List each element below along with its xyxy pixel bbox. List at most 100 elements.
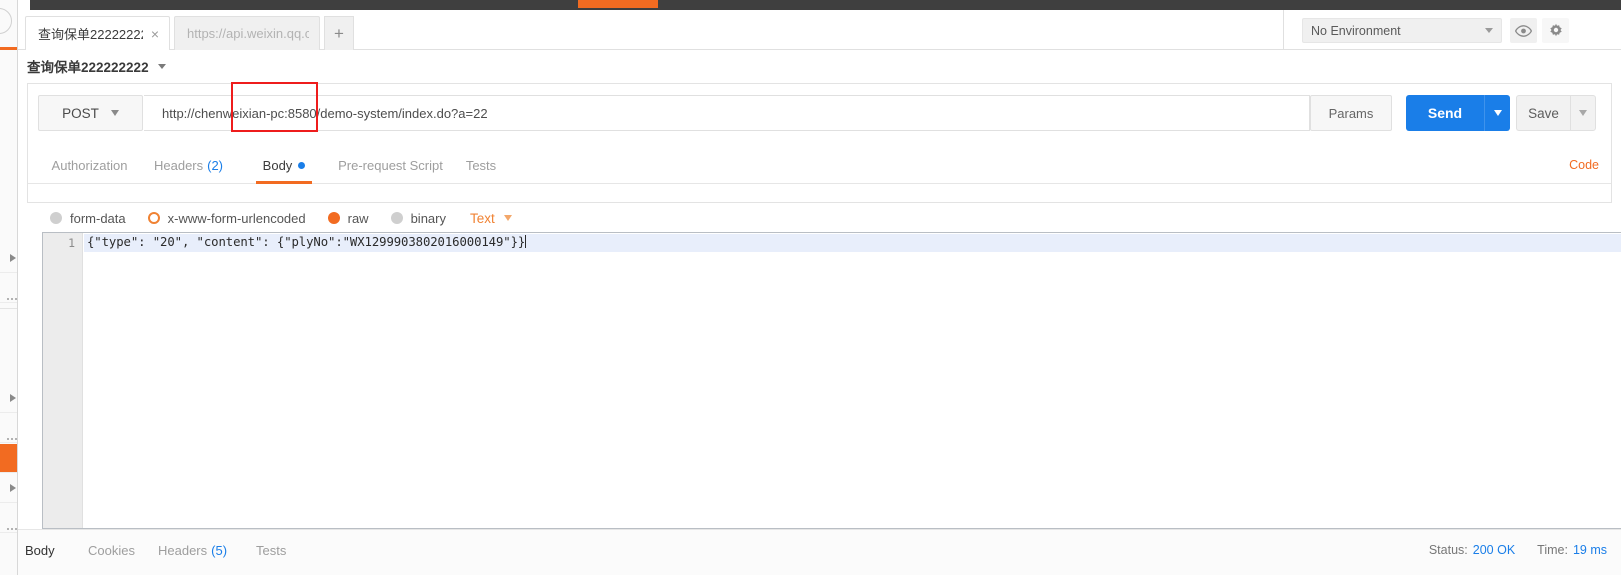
new-tab-button[interactable]: + bbox=[324, 16, 354, 50]
body-type-raw-label: raw bbox=[347, 210, 369, 226]
headers-count-badge: (2) bbox=[207, 157, 224, 173]
sidebar-active-indicator bbox=[0, 47, 17, 50]
response-footer: Body Cookies Headers (5) Tests Status: 2… bbox=[18, 529, 1621, 575]
chevron-right-icon[interactable] bbox=[10, 484, 16, 492]
sidebar-collection-row-selected[interactable] bbox=[0, 444, 17, 473]
chevron-right-icon[interactable] bbox=[10, 254, 16, 262]
http-method-selector[interactable]: POST bbox=[38, 95, 143, 131]
breadcrumb[interactable]: 查询保单222222222 bbox=[18, 51, 1621, 81]
body-type-form-data[interactable]: form-data bbox=[50, 211, 126, 226]
tab-tests[interactable]: Tests bbox=[456, 146, 506, 184]
request-tab-2[interactable]: https://api.weixin.qq.com bbox=[174, 16, 320, 50]
collections-sidebar[interactable] bbox=[0, 0, 18, 575]
code-link[interactable]: Code bbox=[1569, 146, 1599, 184]
status-badge: 200 OK bbox=[1472, 543, 1516, 557]
sidebar-collection-row[interactable] bbox=[0, 384, 17, 413]
postman-window: 查询保单222222222 × https://api.weixin.qq.co… bbox=[0, 0, 1621, 575]
title-strip-accent bbox=[578, 0, 658, 8]
text-cursor bbox=[525, 235, 527, 248]
radio-icon bbox=[327, 212, 340, 224]
tab-tests-label: Tests bbox=[465, 157, 497, 173]
time-value: 19 ms bbox=[1572, 543, 1607, 557]
body-modified-dot-icon bbox=[298, 161, 306, 169]
eye-icon bbox=[1515, 24, 1532, 37]
environment-selector[interactable]: No Environment bbox=[1302, 18, 1502, 43]
body-type-binary-label: binary bbox=[410, 210, 446, 226]
tab-pre-request-script[interactable]: Pre-request Script bbox=[328, 146, 453, 184]
request-section-tabs: Authorization Headers (2) Body Pre-reque… bbox=[28, 146, 1611, 184]
response-tab-cookies[interactable]: Cookies bbox=[88, 530, 135, 570]
settings-button[interactable] bbox=[1542, 18, 1569, 43]
response-status-info: Status: 200 OK Time: 19 ms bbox=[1429, 530, 1607, 570]
close-icon[interactable]: × bbox=[143, 27, 159, 41]
body-type-urlencoded-label: x-www-form-urlencoded bbox=[167, 210, 306, 226]
radio-icon bbox=[50, 212, 62, 224]
save-button[interactable]: Save bbox=[1516, 95, 1570, 131]
status-label: Status: bbox=[1428, 543, 1468, 557]
time-label: Time: bbox=[1537, 543, 1568, 557]
ellipsis-icon[interactable] bbox=[5, 287, 17, 305]
send-options-button[interactable] bbox=[1484, 95, 1510, 131]
response-tab-body-label: Body bbox=[25, 542, 55, 558]
page-title: 查询保单222222222 bbox=[27, 60, 149, 75]
body-type-raw[interactable]: raw bbox=[327, 210, 369, 226]
editor-line-number: 1 bbox=[68, 236, 75, 250]
tab-headers[interactable]: Headers (2) bbox=[146, 146, 231, 184]
ellipsis-icon[interactable] bbox=[5, 517, 17, 535]
request-tab-1-label: 查询保单222222222 bbox=[38, 27, 143, 42]
editor-content[interactable]: {"type": "20", "content": {"plyNo":"WX12… bbox=[87, 235, 527, 249]
sidebar-collection-row[interactable] bbox=[0, 244, 17, 273]
body-type-urlencoded[interactable]: x-www-form-urlencoded bbox=[147, 210, 306, 226]
request-tab-2-label: https://api.weixin.qq.com bbox=[187, 26, 309, 41]
environment-bar: No Environment bbox=[1283, 10, 1621, 50]
response-tab-headers[interactable]: Headers (5) bbox=[158, 530, 227, 570]
body-type-row: form-data x-www-form-urlencoded raw bina… bbox=[27, 203, 1612, 233]
chevron-down-icon bbox=[1493, 110, 1502, 116]
chevron-down-icon bbox=[1579, 110, 1587, 116]
http-method-label: POST bbox=[62, 105, 99, 121]
response-headers-count-badge: (5) bbox=[211, 542, 228, 558]
environment-quick-look-button[interactable] bbox=[1510, 18, 1537, 43]
ellipsis-icon[interactable] bbox=[5, 427, 17, 445]
radio-icon bbox=[147, 212, 160, 224]
tab-pre-request-script-label: Pre-request Script bbox=[338, 157, 443, 173]
editor-gutter: 1 bbox=[43, 233, 83, 528]
raw-format-label: Text bbox=[470, 210, 495, 226]
response-tab-body[interactable]: Body bbox=[25, 530, 55, 570]
params-button[interactable]: Params bbox=[1310, 95, 1392, 131]
chevron-right-icon[interactable] bbox=[10, 394, 16, 402]
send-button[interactable]: Send bbox=[1406, 95, 1484, 131]
request-tab-1[interactable]: 查询保单222222222 × bbox=[25, 16, 170, 50]
chevron-down-icon bbox=[110, 110, 119, 116]
sidebar-collection-row[interactable] bbox=[0, 474, 17, 503]
gear-icon bbox=[1549, 23, 1562, 36]
sidebar-divider bbox=[0, 308, 17, 309]
body-type-binary[interactable]: binary bbox=[390, 210, 446, 226]
url-input[interactable]: http://chenweixian-pc:8580/demo-system/i… bbox=[144, 95, 1310, 131]
chevron-down-icon bbox=[1485, 28, 1493, 33]
tab-body[interactable]: Body bbox=[244, 146, 324, 184]
tab-body-label: Body bbox=[262, 157, 293, 173]
response-tab-tests-label: Tests bbox=[256, 542, 287, 558]
request-builder-panel: POST http://chenweixian-pc:8580/demo-sys… bbox=[27, 83, 1612, 203]
url-row: POST http://chenweixian-pc:8580/demo-sys… bbox=[28, 95, 1611, 131]
sidebar-collection-row[interactable] bbox=[0, 504, 17, 535]
main-area: 查询保单222222222 × https://api.weixin.qq.co… bbox=[18, 10, 1621, 575]
sidebar-collection-row[interactable] bbox=[0, 274, 17, 305]
response-tab-tests[interactable]: Tests bbox=[256, 530, 286, 570]
request-tab-bar: 查询保单222222222 × https://api.weixin.qq.co… bbox=[18, 10, 1283, 50]
body-type-form-data-label: form-data bbox=[70, 210, 126, 226]
tab-authorization-label: Authorization bbox=[51, 157, 128, 173]
editor-content-text: {"type": "20", "content": {"plyNo":"WX12… bbox=[87, 235, 526, 249]
chevron-down-icon bbox=[503, 215, 512, 221]
tab-authorization[interactable]: Authorization bbox=[42, 146, 137, 184]
tab-headers-label: Headers bbox=[153, 157, 204, 173]
sidebar-collection-row[interactable] bbox=[0, 414, 17, 445]
sidebar-avatar bbox=[0, 8, 12, 34]
save-options-button[interactable] bbox=[1570, 95, 1596, 131]
raw-format-selector[interactable]: Text bbox=[470, 211, 512, 226]
response-tab-cookies-label: Cookies bbox=[88, 542, 135, 558]
body-editor[interactable]: 1 {"type": "20", "content": {"plyNo":"WX… bbox=[42, 232, 1621, 529]
chevron-down-icon[interactable] bbox=[157, 63, 166, 69]
save-button-group: Save bbox=[1516, 95, 1596, 131]
